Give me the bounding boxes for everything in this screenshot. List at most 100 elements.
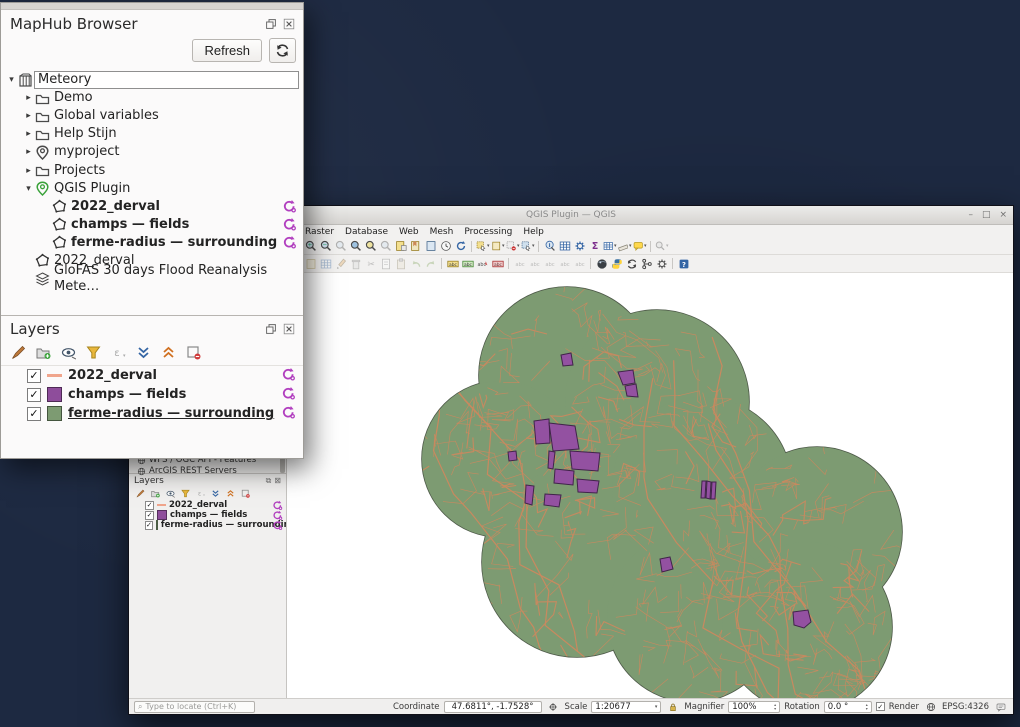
tree-item-2022-derval[interactable]: 2022_derval	[1, 198, 303, 216]
layer-row-champs-fields[interactable]: ✓champs — fields	[129, 510, 286, 520]
messages-icon[interactable]	[994, 700, 1008, 713]
float-panel-icon[interactable]: ⧉	[266, 476, 272, 486]
addgroup-icon[interactable]	[150, 488, 161, 498]
abc-y-icon[interactable]: abc	[446, 257, 460, 270]
float-panel-icon[interactable]	[264, 18, 277, 31]
chevron-down-icon[interactable]: ▾	[6, 75, 17, 85]
layer-visibility-checkbox[interactable]: ✓	[27, 369, 41, 383]
close-panel-icon[interactable]	[282, 323, 295, 336]
crs-value[interactable]: EPSG:4326	[942, 702, 989, 712]
close-panel-icon[interactable]	[282, 18, 295, 31]
menu-processing[interactable]: Processing	[464, 227, 512, 237]
bookmark2-icon[interactable]	[409, 240, 423, 253]
layer-visibility-checkbox[interactable]: ✓	[145, 511, 154, 520]
tree-item-projects[interactable]: ▸Projects	[1, 161, 303, 179]
abc-r-icon[interactable]: abc	[491, 257, 505, 270]
extents-icon[interactable]	[546, 700, 560, 713]
eye-icon[interactable]	[60, 344, 77, 360]
layer-visibility-checkbox[interactable]: ✓	[145, 521, 153, 530]
page-y-icon[interactable]: ▾	[491, 240, 505, 253]
sigma-icon[interactable]: Σ	[588, 240, 602, 253]
python-icon[interactable]	[610, 257, 624, 270]
tree-item-ferme-radius-surrounding[interactable]: ferme-radius — surrounding	[1, 234, 303, 252]
layer-visibility-checkbox[interactable]: ✓	[27, 388, 41, 402]
collapse-icon[interactable]	[225, 488, 236, 498]
chevron-right-icon[interactable]: ▸	[23, 147, 34, 157]
tree-item-global-variables[interactable]: ▸Global variables	[1, 107, 303, 125]
eps-icon[interactable]: ε▾	[195, 488, 206, 498]
tree-item-glofas-30-days-flood-reanalysis-mete[interactable]: GloFAS 30 days Flood Reanalysis Mete…	[1, 270, 303, 288]
eye-icon[interactable]	[165, 488, 176, 498]
chevron-down-icon[interactable]: ▾	[23, 184, 34, 194]
expand-icon[interactable]	[135, 344, 152, 360]
sync2-icon[interactable]	[625, 257, 639, 270]
gear-b-icon[interactable]	[573, 240, 587, 253]
refresh-icon-button[interactable]	[269, 38, 296, 63]
mag--icon[interactable]: +	[304, 240, 318, 253]
branch-icon[interactable]	[640, 257, 654, 270]
maglayer-icon[interactable]	[364, 240, 378, 253]
crs-globe-icon[interactable]	[924, 700, 938, 713]
float-panel-icon[interactable]	[264, 323, 277, 336]
maphub-sync-icon[interactable]	[272, 520, 283, 534]
tree-item-champs-fields[interactable]: champs — fields	[1, 216, 303, 234]
close-panel-icon[interactable]: ⊠	[274, 476, 281, 486]
tree-item-myproject[interactable]: ▸myproject	[1, 143, 303, 161]
locator-input[interactable]: ⌕ Type to locate (Ctrl+K)	[134, 701, 255, 713]
removebox-icon[interactable]	[185, 344, 202, 360]
deselect-icon[interactable]: ▾	[506, 240, 520, 253]
minimize-button[interactable]: –	[968, 210, 973, 220]
magfull-icon[interactable]	[349, 240, 363, 253]
layer-row-champs-fields[interactable]: ✓champs — fields	[1, 385, 303, 404]
removebox-icon[interactable]	[240, 488, 251, 498]
balloon-icon[interactable]: ▾	[633, 240, 647, 253]
expand-icon[interactable]	[210, 488, 221, 498]
refresh-button[interactable]: Refresh	[192, 39, 262, 62]
abc-g-icon[interactable]: abc	[461, 257, 475, 270]
brush-icon[interactable]	[10, 344, 27, 360]
layer-visibility-checkbox[interactable]: ✓	[145, 501, 154, 510]
menu-web[interactable]: Web	[399, 227, 419, 237]
render-checkbox[interactable]: ✓	[876, 702, 885, 711]
restore-button[interactable]: □	[982, 210, 991, 220]
rotation-spinbox[interactable]: 0.0 °▴▾	[824, 701, 872, 713]
tree-item-demo[interactable]: ▸Demo	[1, 89, 303, 107]
lock-icon[interactable]	[666, 700, 680, 713]
clock-icon[interactable]	[439, 240, 453, 253]
sphere-icon[interactable]	[595, 257, 609, 270]
cursor-icon[interactable]: ▾	[476, 240, 490, 253]
collapse-icon[interactable]	[160, 344, 177, 360]
close-button[interactable]: ×	[999, 210, 1007, 220]
ruler-icon[interactable]: ▾	[618, 240, 632, 253]
funnel-icon[interactable]	[85, 344, 102, 360]
abc-p-icon[interactable]: abc	[476, 257, 490, 270]
grid-icon[interactable]: ▾	[603, 240, 617, 253]
help-icon[interactable]: ?	[677, 257, 691, 270]
mag--icon[interactable]: −	[319, 240, 333, 253]
menu-help[interactable]: Help	[523, 227, 544, 237]
maphub-sync-icon[interactable]	[281, 405, 296, 424]
chevron-right-icon[interactable]: ▸	[23, 129, 34, 139]
funnel-icon[interactable]	[180, 488, 191, 498]
layer-visibility-checkbox[interactable]: ✓	[27, 407, 41, 421]
layer-row-ferme-radius-surrounding[interactable]: ✓ferme-radius — surrounding	[129, 520, 286, 530]
scale-combobox[interactable]: 1:20677▾	[591, 701, 661, 713]
chevron-right-icon[interactable]: ▸	[23, 93, 34, 103]
tree-item-meteory[interactable]: ▾Meteory	[1, 71, 303, 89]
page-b-icon[interactable]	[424, 240, 438, 253]
brush-icon[interactable]	[135, 488, 146, 498]
menu-database[interactable]: Database	[345, 227, 388, 237]
grid-icon[interactable]	[558, 240, 572, 253]
layer-row-ferme-radius-surrounding[interactable]: ✓ferme-radius — surrounding	[1, 404, 303, 423]
chevron-right-icon[interactable]: ▸	[23, 111, 34, 121]
gear-icon[interactable]	[655, 257, 669, 270]
maphub-sync-icon[interactable]	[281, 386, 296, 405]
eps-icon[interactable]: ε▾	[110, 344, 127, 360]
magnifier-spinbox[interactable]: 100%▴▾	[728, 701, 780, 713]
map-canvas[interactable]	[287, 273, 1013, 698]
coordinate-value[interactable]: 47.6811°, -1.7528°	[444, 701, 542, 713]
refresh2-icon[interactable]	[454, 240, 468, 253]
tree-item-qgis-plugin[interactable]: ▾QGIS Plugin	[1, 180, 303, 198]
maphub-sync-icon[interactable]	[281, 367, 296, 386]
layer-row-2022-derval[interactable]: ✓2022_derval	[129, 500, 286, 510]
